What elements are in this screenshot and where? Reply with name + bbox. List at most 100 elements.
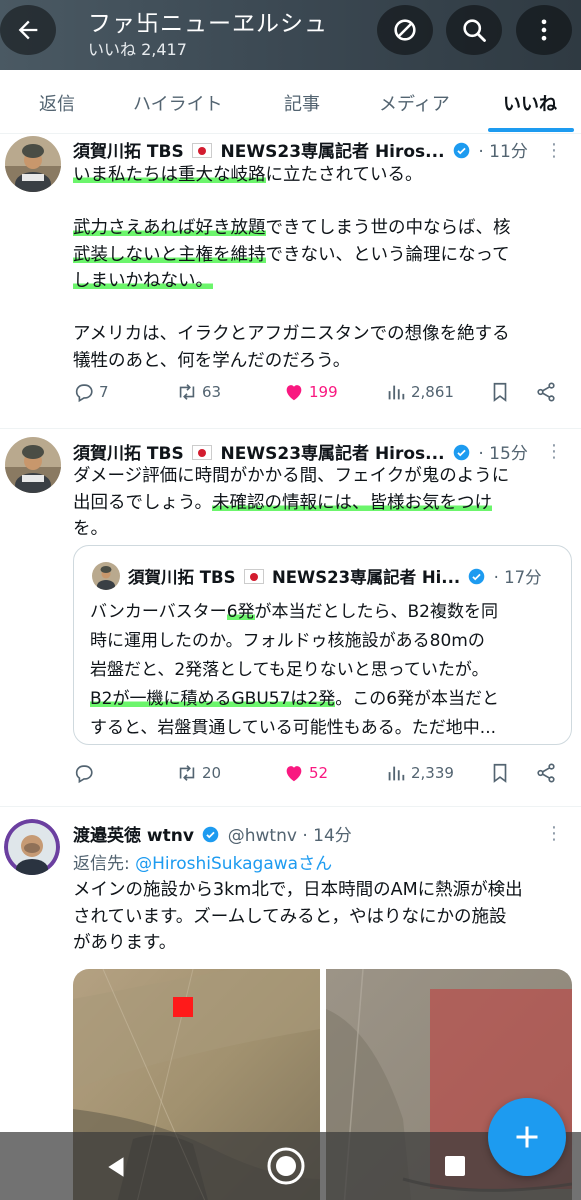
like-button[interactable]: 199 bbox=[283, 381, 338, 403]
share-button[interactable] bbox=[535, 762, 561, 784]
post-more-icon[interactable]: ⋮ bbox=[545, 825, 563, 843]
share-icon bbox=[537, 382, 555, 402]
repost-icon bbox=[179, 384, 195, 400]
post-header: 渡邉英徳 wtnv @hwtnv · 14分 bbox=[73, 821, 352, 846]
more-options-button[interactable] bbox=[516, 5, 572, 55]
plus-icon bbox=[516, 1126, 538, 1148]
japan-flag-icon bbox=[243, 569, 264, 584]
profile-header: ファ卐ニューヱルシュ いいね 2,417 bbox=[0, 0, 581, 70]
text-line: があります。 bbox=[73, 933, 177, 953]
unfollow-button[interactable] bbox=[377, 5, 433, 55]
quoted-author-suffix: NEWS23専属記者 Hi... bbox=[271, 568, 461, 587]
text-line: を。 bbox=[73, 519, 108, 539]
text-line: 犠牲のあと、何を学んだのだろう。 bbox=[73, 350, 351, 371]
japan-flag-icon bbox=[192, 445, 213, 460]
profile-tabs: 返信 ハイライト 記事 メディア いいね bbox=[0, 70, 581, 134]
post-time: · 14分 bbox=[302, 826, 352, 846]
back-button[interactable] bbox=[0, 5, 56, 55]
author-handle[interactable]: @hwtnv bbox=[228, 826, 297, 846]
verified-badge-icon bbox=[203, 826, 219, 843]
reply-count: 7 bbox=[99, 383, 109, 401]
highlight-marker bbox=[173, 997, 193, 1017]
back-triangle-icon[interactable] bbox=[104, 1154, 130, 1180]
post-1[interactable]: 須賀川拓 TBS NEWS23専属記者 Hiros... · 11分 ⋮ いま私… bbox=[0, 134, 581, 429]
views-button[interactable]: 2,339 bbox=[385, 762, 454, 784]
compose-post-button[interactable] bbox=[488, 1098, 566, 1176]
repost-count: 20 bbox=[202, 764, 222, 782]
views-button[interactable]: 2,861 bbox=[385, 381, 454, 403]
post-2[interactable]: 須賀川拓 TBS NEWS23専属記者 Hiros... · 15分 ⋮ ダメー… bbox=[0, 429, 581, 807]
text-line: メインの施設から3km北で，日本時間のAMに熱源が検出 bbox=[73, 880, 523, 900]
tab-articles[interactable]: 記事 bbox=[284, 90, 320, 116]
bookmark-button[interactable] bbox=[489, 381, 515, 403]
reply-icon bbox=[75, 384, 93, 403]
reply-button[interactable]: 7 bbox=[73, 381, 109, 403]
verified-badge-icon bbox=[469, 568, 485, 585]
bar-chart-icon bbox=[388, 766, 405, 781]
heart-icon bbox=[286, 385, 302, 401]
text-line: 時に運用したのか。フォルドゥ核施設がある80mの bbox=[90, 631, 485, 651]
text-line: 出回るでしょう。未確認の情報には、皆様お気をつけ bbox=[73, 492, 492, 513]
author-name-suffix[interactable]: NEWS23専属記者 Hiros... bbox=[221, 444, 445, 464]
post-time: · 11分 bbox=[478, 142, 528, 162]
like-button[interactable]: 52 bbox=[283, 762, 328, 784]
share-icon bbox=[537, 763, 555, 783]
share-button[interactable] bbox=[535, 381, 561, 403]
text-line: アメリカは、イラクとアフガニスタンでの想像を絶する bbox=[73, 324, 510, 344]
heart-icon bbox=[286, 766, 302, 782]
quoted-avatar bbox=[92, 562, 120, 590]
repost-button[interactable]: 20 bbox=[176, 762, 221, 784]
tab-likes[interactable]: いいね bbox=[503, 90, 557, 116]
post-header: 須賀川拓 TBS NEWS23専属記者 Hiros... · 15分 bbox=[73, 439, 528, 464]
japan-flag-icon bbox=[192, 143, 213, 158]
reply-button[interactable] bbox=[73, 762, 99, 784]
post-more-icon[interactable]: ⋮ bbox=[545, 142, 563, 160]
tab-replies[interactable]: 返信 bbox=[39, 90, 75, 116]
slash-circle-icon bbox=[394, 19, 416, 41]
avatar[interactable] bbox=[5, 136, 61, 192]
post-text: いま私たちは重大な岐路に立たされている。 武力さえあれば好き放題できてしまう世の… bbox=[73, 162, 568, 374]
text-line: 岩盤だと、2発落としても足りないと思っていたが。 bbox=[90, 660, 489, 680]
text-line bbox=[73, 295, 568, 322]
text-line: B2が一機に積めるGBU57は2発。この6発が本当だと bbox=[90, 689, 500, 709]
quoted-author-name: 須賀川拓 TBS bbox=[128, 568, 236, 587]
author-name[interactable]: 渡邉英徳 wtnv bbox=[73, 826, 194, 846]
repost-icon bbox=[179, 765, 195, 781]
bookmark-icon bbox=[493, 763, 507, 783]
views-count: 2,339 bbox=[411, 764, 454, 782]
avatar[interactable] bbox=[5, 437, 61, 493]
post-actions: 20 52 2,339 bbox=[73, 762, 568, 792]
author-name-suffix[interactable]: NEWS23専属記者 Hiros... bbox=[221, 142, 445, 162]
text-line bbox=[73, 189, 568, 216]
tab-highlights[interactable]: ハイライト bbox=[133, 90, 223, 116]
post-header: 須賀川拓 TBS NEWS23専属記者 Hiros... · 11分 bbox=[73, 137, 528, 162]
text-line: いま私たちは重大な岐路に立たされている。 bbox=[73, 165, 423, 185]
bookmark-icon bbox=[493, 382, 507, 402]
author-name[interactable]: 須賀川拓 TBS bbox=[73, 142, 184, 162]
post-text: メインの施設から3km北で，日本時間のAMに熱源が検出 されています。ズームして… bbox=[73, 877, 568, 957]
user-avatar-image bbox=[4, 819, 60, 875]
profile-title: ファ卐ニューヱルシュ bbox=[88, 11, 328, 37]
recents-square-icon[interactable] bbox=[443, 1154, 467, 1178]
search-button[interactable] bbox=[446, 5, 502, 55]
repost-button[interactable]: 63 bbox=[176, 381, 221, 403]
text-line: ダメージ評価に時間がかかる間、フェイクが鬼のように bbox=[73, 466, 510, 486]
avatar[interactable] bbox=[4, 819, 60, 875]
text-line: すると、岩盤貫通している可能性もある。ただ地中... bbox=[90, 718, 497, 738]
post-text: ダメージ評価に時間がかかる間、フェイクが鬼のように 出回るでしょう。未確認の情報… bbox=[73, 463, 568, 543]
home-circle-icon[interactable] bbox=[266, 1146, 306, 1186]
vertical-dots-icon bbox=[541, 19, 547, 41]
bookmark-button[interactable] bbox=[489, 762, 515, 784]
arrow-left-icon bbox=[18, 20, 38, 40]
reply-target-link[interactable]: @HiroshiSukagawaさん bbox=[135, 854, 332, 874]
quoted-post[interactable]: 須賀川拓 TBS NEWS23専属記者 Hi... · 17分 バンカーバスター… bbox=[73, 545, 572, 745]
author-name[interactable]: 須賀川拓 TBS bbox=[73, 444, 184, 464]
reply-context: 返信先: @HiroshiSukagawaさん bbox=[73, 849, 332, 874]
reporter-avatar-image bbox=[5, 437, 61, 493]
quoted-header: 須賀川拓 TBS NEWS23専属記者 Hi... · 17分 bbox=[128, 564, 542, 588]
reply-icon bbox=[75, 765, 93, 784]
post-more-icon[interactable]: ⋮ bbox=[545, 443, 563, 461]
reporter-avatar-image bbox=[92, 562, 120, 590]
like-count: 52 bbox=[309, 764, 329, 782]
tab-media[interactable]: メディア bbox=[379, 90, 450, 116]
